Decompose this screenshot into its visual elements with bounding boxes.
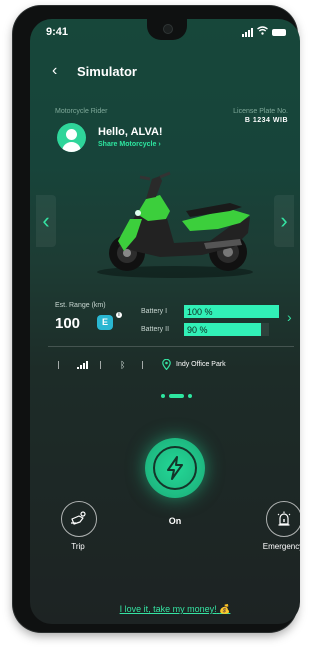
connectivity-row: ᛒ Indy Office Park <box>30 358 300 373</box>
battery-1-label: Battery I <box>141 308 168 315</box>
status-bar: 9:41 <box>30 19 300 41</box>
greeting-text: Hello, ALVA! <box>98 126 163 138</box>
phone-frame: 9:41 ‹ Simulator Motorcycle Rider Licens… <box>13 6 300 632</box>
wifi-icon <box>257 26 268 38</box>
next-vehicle-button[interactable]: › <box>274 195 294 247</box>
top-bar: ‹ Simulator <box>30 61 300 83</box>
avatar-head-shape <box>66 129 77 140</box>
location-label: Indy Office Park <box>176 361 226 368</box>
power-button[interactable] <box>145 438 205 498</box>
status-icons <box>242 26 286 38</box>
range-value: 100 <box>55 315 81 332</box>
section-divider <box>48 346 294 347</box>
location-pin-icon <box>162 358 171 372</box>
emergency-label: Emergency <box>262 542 300 551</box>
share-motorcycle-link[interactable]: Share Motorcycle › <box>98 141 161 148</box>
battery-status-icon <box>272 28 286 36</box>
page-title: Simulator <box>77 64 137 79</box>
separator <box>58 361 59 369</box>
app-screen: 9:41 ‹ Simulator Motorcycle Rider Licens… <box>30 19 300 624</box>
buy-now-link[interactable]: I love it, take my money! 💰 <box>120 604 231 615</box>
rider-icon <box>71 511 86 525</box>
trip-label: Trip <box>71 542 85 551</box>
page-dot[interactable] <box>188 394 192 398</box>
rider-label: Motorcycle Rider <box>55 108 108 115</box>
battery-2-label: Battery II <box>141 326 170 333</box>
separator <box>100 361 101 369</box>
page-indicator <box>161 394 192 398</box>
page-dot[interactable] <box>169 394 184 398</box>
signal-strength-icon <box>77 361 88 369</box>
power-state-label: On <box>168 516 182 526</box>
plate-number: B 1234 WIB <box>244 117 288 124</box>
battery-1-value: 100 % <box>187 307 213 317</box>
battery-2-value: 90 % <box>187 325 208 335</box>
avatar-body-shape <box>62 142 81 152</box>
eco-mode-badge[interactable]: E <box>97 315 113 330</box>
buy-now-label: I love it, take my money! <box>119 604 217 614</box>
siren-icon <box>277 511 291 526</box>
avatar[interactable] <box>57 123 86 152</box>
lightning-bolt-icon <box>167 456 183 480</box>
money-bag-icon: 💰 <box>219 604 231 614</box>
battery-details-chevron-icon[interactable]: › <box>287 309 292 325</box>
cellular-signal-icon <box>242 27 253 37</box>
chevron-right-icon: › <box>158 141 161 148</box>
range-label: Est. Range (km) <box>55 302 106 309</box>
page-dot[interactable] <box>161 394 165 398</box>
status-time: 9:41 <box>46 26 69 38</box>
battery-1-bar: 100 % <box>184 305 279 318</box>
share-label: Share Motorcycle <box>98 141 157 148</box>
separator <box>142 361 143 369</box>
power-ring <box>153 446 197 490</box>
battery-2-bar: 90 % <box>184 323 269 336</box>
bluetooth-icon: ᛒ <box>120 360 126 370</box>
emergency-button[interactable] <box>266 501 300 537</box>
trip-button[interactable] <box>61 501 97 537</box>
plate-label: License Plate No. <box>233 108 288 115</box>
scooter-image <box>97 171 253 278</box>
previous-vehicle-button[interactable]: ‹ <box>36 195 56 247</box>
info-icon[interactable]: i <box>116 312 122 318</box>
back-arrow-icon[interactable]: ‹ <box>52 63 57 79</box>
